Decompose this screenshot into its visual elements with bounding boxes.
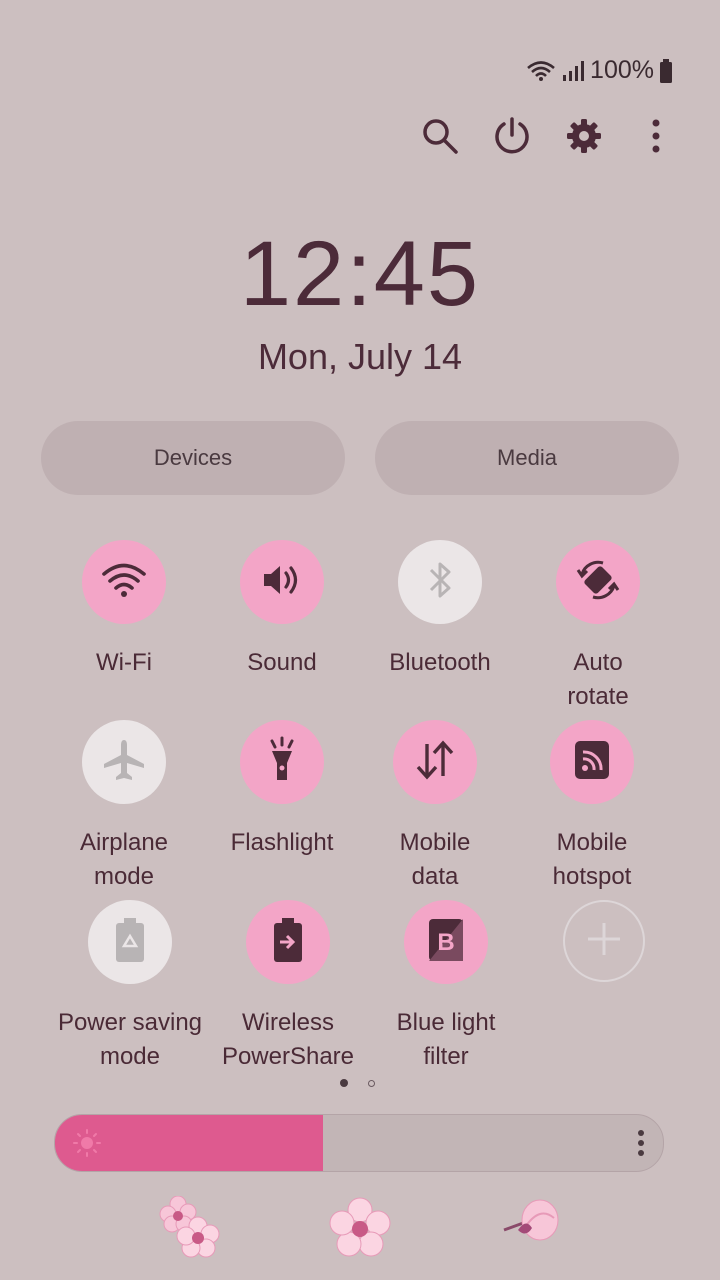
flashlight-icon — [262, 736, 302, 789]
tile-power-saving-toggle[interactable] — [88, 900, 172, 984]
page-indicator — [340, 1079, 375, 1087]
tile-label: Auto rotate — [567, 649, 629, 710]
tile-label: Blue light filter — [396, 1009, 496, 1070]
airplane-icon — [100, 736, 148, 789]
cherry-blossom-icon — [158, 1195, 224, 1267]
gear-icon[interactable] — [560, 112, 608, 160]
tile-mobile-data-toggle[interactable] — [393, 720, 477, 804]
tile-label: Flashlight — [230, 829, 334, 856]
plus-icon — [584, 919, 624, 964]
cherry-bud-icon — [500, 1196, 562, 1251]
tile-label: Airplane mode — [79, 829, 169, 890]
tile-label: Bluetooth — [389, 649, 491, 676]
tile-blue-light-toggle[interactable]: B — [404, 900, 488, 984]
tile-auto-rotate[interactable]: Auto rotate — [523, 540, 673, 714]
more-options-icon[interactable] — [632, 112, 680, 160]
battery-percent: 100% — [590, 56, 654, 84]
panel-toolbar — [0, 112, 720, 160]
hotspot-icon — [573, 739, 611, 786]
bluetooth-icon — [425, 558, 455, 607]
tile-label: Sound — [247, 649, 317, 676]
status-bar: 100% — [526, 56, 672, 85]
tile-label: Power saving mode — [57, 1009, 203, 1070]
tile-wifi-toggle[interactable] — [82, 540, 166, 624]
tile-mobile-data[interactable]: Mobile data — [360, 720, 510, 894]
tile-wifi[interactable]: Wi-Fi — [49, 540, 199, 680]
brightness-slider[interactable] — [54, 1114, 664, 1172]
media-button[interactable]: Media — [375, 421, 679, 495]
tile-wireless-powershare[interactable]: Wireless PowerShare — [213, 900, 363, 1074]
power-icon[interactable] — [488, 112, 536, 160]
devices-button[interactable]: Devices — [41, 421, 345, 495]
tile-wireless-powershare-toggle[interactable] — [246, 900, 330, 984]
search-icon[interactable] — [416, 112, 464, 160]
cherry-blossom-icon — [328, 1196, 392, 1265]
tile-bluetooth[interactable]: Bluetooth — [365, 540, 515, 680]
clock-time: 12:45 — [239, 223, 481, 325]
add-tile-button[interactable] — [563, 900, 645, 982]
signal-icon — [562, 60, 585, 82]
tile-airplane-toggle[interactable] — [82, 720, 166, 804]
brightness-more-icon[interactable] — [637, 1129, 645, 1162]
wireless-powershare-icon — [270, 916, 306, 969]
tile-sound-toggle[interactable] — [240, 540, 324, 624]
auto-rotate-icon — [573, 555, 623, 610]
battery-icon — [660, 58, 672, 83]
blue-light-filter-icon: B — [427, 917, 465, 968]
tile-label: Wireless PowerShare — [221, 1009, 355, 1070]
page-dot — [368, 1080, 375, 1087]
clock-date: Mon, July 14 — [257, 336, 463, 377]
tile-flashlight[interactable]: Flashlight — [207, 720, 357, 860]
mobile-data-icon — [413, 738, 457, 787]
tile-label: Mobile hotspot — [552, 829, 632, 890]
tile-airplane-mode[interactable]: Airplane mode — [49, 720, 199, 894]
tile-label: Mobile data — [399, 829, 471, 890]
tile-hotspot-toggle[interactable] — [550, 720, 634, 804]
power-saving-icon — [112, 916, 148, 969]
tile-sound[interactable]: Sound — [207, 540, 357, 680]
sound-icon — [260, 560, 304, 605]
wallpaper-decoration — [0, 1195, 720, 1267]
tile-flashlight-toggle[interactable] — [240, 720, 324, 804]
tile-mobile-hotspot[interactable]: Mobile hotspot — [517, 720, 667, 894]
tile-blue-light-filter[interactable]: B Blue light filter — [371, 900, 521, 1074]
page-dot-active — [340, 1079, 348, 1087]
tile-power-saving[interactable]: Power saving mode — [55, 900, 205, 1074]
tile-add[interactable] — [529, 900, 679, 982]
wifi-status-icon — [526, 60, 556, 82]
svg-text:B: B — [437, 929, 454, 956]
wifi-icon — [101, 561, 147, 604]
tile-auto-rotate-toggle[interactable] — [556, 540, 640, 624]
sun-icon — [73, 1129, 101, 1162]
tile-bluetooth-toggle[interactable] — [398, 540, 482, 624]
tile-label: Wi-Fi — [96, 649, 152, 676]
